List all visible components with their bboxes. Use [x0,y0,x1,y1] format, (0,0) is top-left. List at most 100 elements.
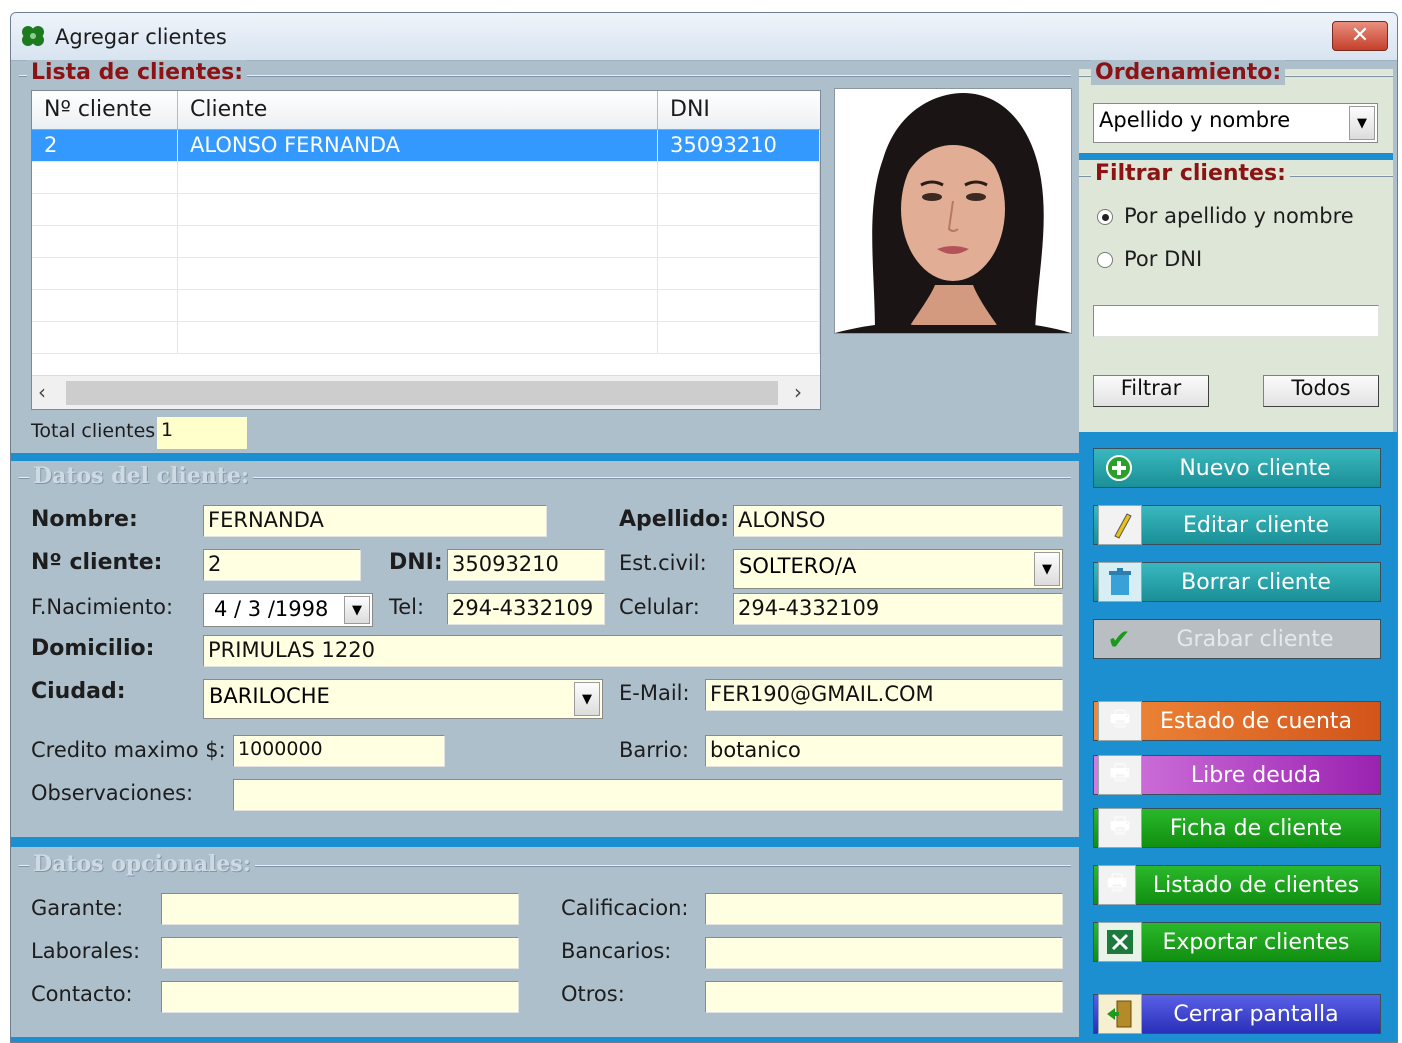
agregar-clientes-window: Agregar clientes ✕ Lista de clientes: Nº… [10,12,1398,1043]
credito-field[interactable]: 1000000 [233,735,445,767]
ciudad-value: BARILOCHE [209,684,330,708]
empty-row [32,194,820,226]
edit-client-button[interactable]: Editar cliente [1093,505,1381,545]
clients-list-title: Lista de clientes: [27,60,248,85]
estcivil-select[interactable]: SOLTERO/A ▼ [733,549,1063,589]
optional-data-title: Datos opcionales: [29,851,255,877]
scroll-right-icon[interactable]: › [794,380,802,404]
calendar-dropdown-icon[interactable]: ▼ [344,596,370,624]
separator [1079,153,1393,160]
column-header-num[interactable]: Nº cliente [32,91,178,129]
observaciones-label: Observaciones: [31,781,194,805]
save-client-button[interactable]: ✔ Grabar cliente [1093,619,1381,659]
empty-row [32,226,820,258]
sort-selected-value: Apellido y nombre [1099,108,1291,132]
table-row[interactable]: 2 ALONSO FERNANDA 35093210 [32,130,820,162]
separator [11,1037,1079,1042]
column-header-dni[interactable]: DNI [658,91,820,129]
all-button[interactable]: Todos [1263,375,1379,407]
barrio-field[interactable]: botanico [705,735,1063,767]
filter-button[interactable]: Filtrar [1093,375,1209,407]
client-photo [834,88,1072,334]
tel-label: Tel: [389,595,425,619]
chevron-down-icon[interactable]: ▼ [574,682,600,716]
empty-row [32,322,820,354]
filter-title: Filtrar clientes: [1091,161,1290,186]
chevron-down-icon[interactable]: ▼ [1349,106,1375,140]
otros-field[interactable] [705,981,1063,1013]
scroll-left-icon[interactable]: ‹ [38,380,46,404]
otros-label: Otros: [561,982,625,1006]
exit-door-icon [1098,994,1142,1034]
account-status-label: Estado de cuenta [1159,708,1352,734]
cell-num: 2 [32,130,178,161]
email-field[interactable]: FER190@GMAIL.COM [705,679,1063,711]
domicilio-label: Domicilio: [31,636,155,661]
printer-icon: 🖶 [1098,808,1142,848]
observaciones-field[interactable] [233,779,1063,811]
cell-dni: 35093210 [658,130,820,161]
filter-input[interactable] [1093,305,1379,337]
export-clients-button[interactable]: Exportar clientes [1093,922,1381,962]
client-list-report-label: Listado de clientes [1152,872,1360,898]
title-bar: Agregar clientes ✕ [11,13,1397,61]
debt-free-button[interactable]: 🖶 Libre deuda [1093,755,1381,795]
radio-by-name[interactable] [1097,209,1113,225]
celular-field[interactable]: 294-4332109 [733,593,1063,625]
new-client-button[interactable]: Nuevo cliente [1093,448,1381,488]
calificacion-label: Calificacion: [561,896,689,920]
close-button[interactable]: ✕ [1332,21,1388,51]
client-list-report-button[interactable]: 🖶 Listado de clientes [1093,865,1381,905]
chevron-down-icon[interactable]: ▼ [1034,552,1060,586]
radio-by-name-label[interactable]: Por apellido y nombre [1124,204,1354,228]
column-header-client[interactable]: Cliente [178,91,658,129]
scrollbar-thumb[interactable] [66,381,778,405]
trash-icon [1098,562,1142,602]
client-data-title: Datos del cliente: [29,463,253,489]
email-label: E-Mail: [619,681,690,705]
laborales-field[interactable] [161,937,519,969]
delete-client-button[interactable]: Borrar cliente [1093,562,1381,602]
cell-client: ALONSO FERNANDA [178,130,658,161]
account-status-button[interactable]: 🖶 Estado de cuenta [1093,701,1381,741]
save-client-label: Grabar cliente [1176,626,1334,652]
empty-row [32,258,820,290]
printer-icon: 🖶 [1098,701,1142,741]
client-sheet-button[interactable]: 🖶 Ficha de cliente [1093,808,1381,848]
nacimiento-value: 4 / 3 /1998 [214,597,329,621]
nacimiento-date-picker[interactable]: 4 / 3 /1998 ▼ [203,593,373,627]
sort-select[interactable]: Apellido y nombre ▼ [1093,103,1378,143]
horizontal-scrollbar[interactable]: ‹ › [32,375,820,409]
nombre-label: Nombre: [31,507,138,532]
contacto-field[interactable] [161,981,519,1013]
celular-label: Celular: [619,595,700,619]
apellido-field[interactable]: ALONSO [733,505,1063,537]
bancarios-label: Bancarios: [561,939,672,963]
ciudad-select[interactable]: BARILOCHE ▼ [203,679,603,719]
radio-by-dni-label[interactable]: Por DNI [1124,247,1202,271]
ciudad-label: Ciudad: [31,679,126,704]
clover-icon [22,26,44,46]
garante-field[interactable] [161,893,519,925]
grid-header: Nº cliente Cliente DNI [32,91,820,130]
total-clients-label: Total clientes: [31,420,162,442]
tel-field[interactable]: 294-4332109 [447,593,605,625]
barrio-label: Barrio: [619,738,689,762]
radio-by-dni[interactable] [1097,252,1113,268]
domicilio-field[interactable]: PRIMULAS 1220 [203,635,1063,667]
garante-label: Garante: [31,896,124,920]
empty-row [32,290,820,322]
bancarios-field[interactable] [705,937,1063,969]
num-cliente-field[interactable]: 2 [203,549,361,581]
credito-label: Credito maximo $: [31,738,226,762]
delete-client-label: Borrar cliente [1181,569,1331,595]
contacto-label: Contacto: [31,982,133,1006]
edit-client-label: Editar cliente [1182,512,1330,538]
total-clients-value: 1 [157,417,247,449]
nombre-field[interactable]: FERNANDA [203,505,547,537]
dni-label: DNI: [389,550,443,575]
clients-grid[interactable]: Nº cliente Cliente DNI 2 ALONSO FERNANDA… [31,90,821,410]
close-screen-button[interactable]: Cerrar pantalla [1093,994,1381,1034]
dni-field[interactable]: 35093210 [447,549,605,581]
calificacion-field[interactable] [705,893,1063,925]
